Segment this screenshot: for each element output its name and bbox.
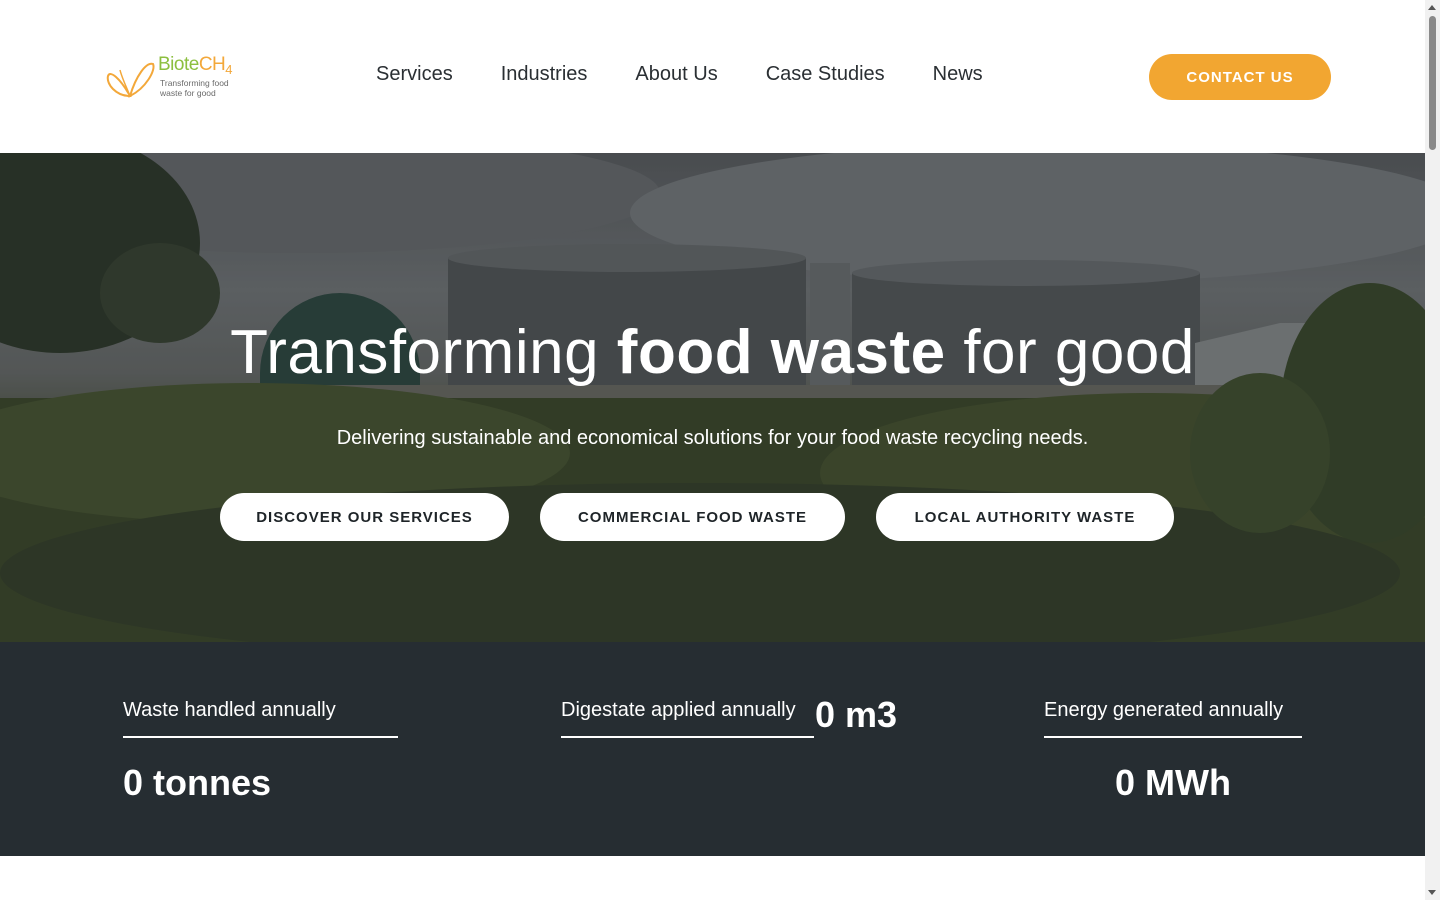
stat-value-waste: 0 tonnes (123, 762, 272, 803)
brand-name-part2: CH (198, 54, 226, 75)
nav-item-industries[interactable]: Industries (501, 63, 588, 86)
hero-overlay (0, 153, 1425, 642)
discover-services-button[interactable]: DISCOVER OUR SERVICES (220, 493, 509, 541)
page-scrollbar[interactable] (1425, 0, 1440, 900)
nav-item-services[interactable]: Services (376, 63, 453, 86)
commercial-food-waste-button[interactable]: COMMERCIAL FOOD WASTE (540, 493, 845, 541)
brand-name: BioteCH4 (158, 54, 232, 77)
contact-us-button[interactable]: CONTACT US (1149, 54, 1331, 100)
main-nav: Services Industries About Us Case Studie… (376, 63, 1031, 86)
stats-section: Waste handled annually 0 tonnes Digestat… (0, 642, 1425, 856)
nav-item-case-studies[interactable]: Case Studies (766, 63, 885, 86)
scroll-up-arrow-icon[interactable] (1428, 5, 1436, 10)
hero-title-pre: Transforming (230, 318, 617, 387)
brand-name-subscript: 4 (225, 62, 232, 77)
hero-section: Transforming food waste for good Deliver… (0, 153, 1425, 642)
nav-item-about-us[interactable]: About Us (635, 63, 717, 86)
brand-logo[interactable]: BioteCH4 Transforming food waste for goo… (106, 54, 246, 102)
butterfly-icon (106, 62, 155, 98)
hero-title: Transforming food waste for good (0, 317, 1425, 388)
nav-item-news[interactable]: News (933, 63, 983, 86)
brand-name-part1: Biote (158, 54, 199, 75)
scrollbar-thumb[interactable] (1429, 16, 1436, 150)
site-header: BioteCH4 Transforming food waste for goo… (0, 0, 1425, 153)
hero-title-post: for good (945, 318, 1195, 387)
stat-value-energy: 0 MWh (1115, 762, 1231, 803)
stat-label-energy: Energy generated annually (1044, 699, 1302, 738)
stat-label-digestate: Digestate applied annually (561, 699, 814, 738)
hero-subtitle: Delivering sustainable and economical so… (336, 427, 1089, 449)
scroll-down-arrow-icon[interactable] (1428, 890, 1436, 895)
brand-tagline: Transforming food waste for good (160, 78, 229, 98)
stat-value-digestate: 0 m3 (815, 694, 898, 735)
hero-title-bold: food waste (616, 318, 946, 387)
local-authority-waste-button[interactable]: LOCAL AUTHORITY WASTE (876, 493, 1174, 541)
stat-label-waste: Waste handled annually (123, 699, 398, 738)
